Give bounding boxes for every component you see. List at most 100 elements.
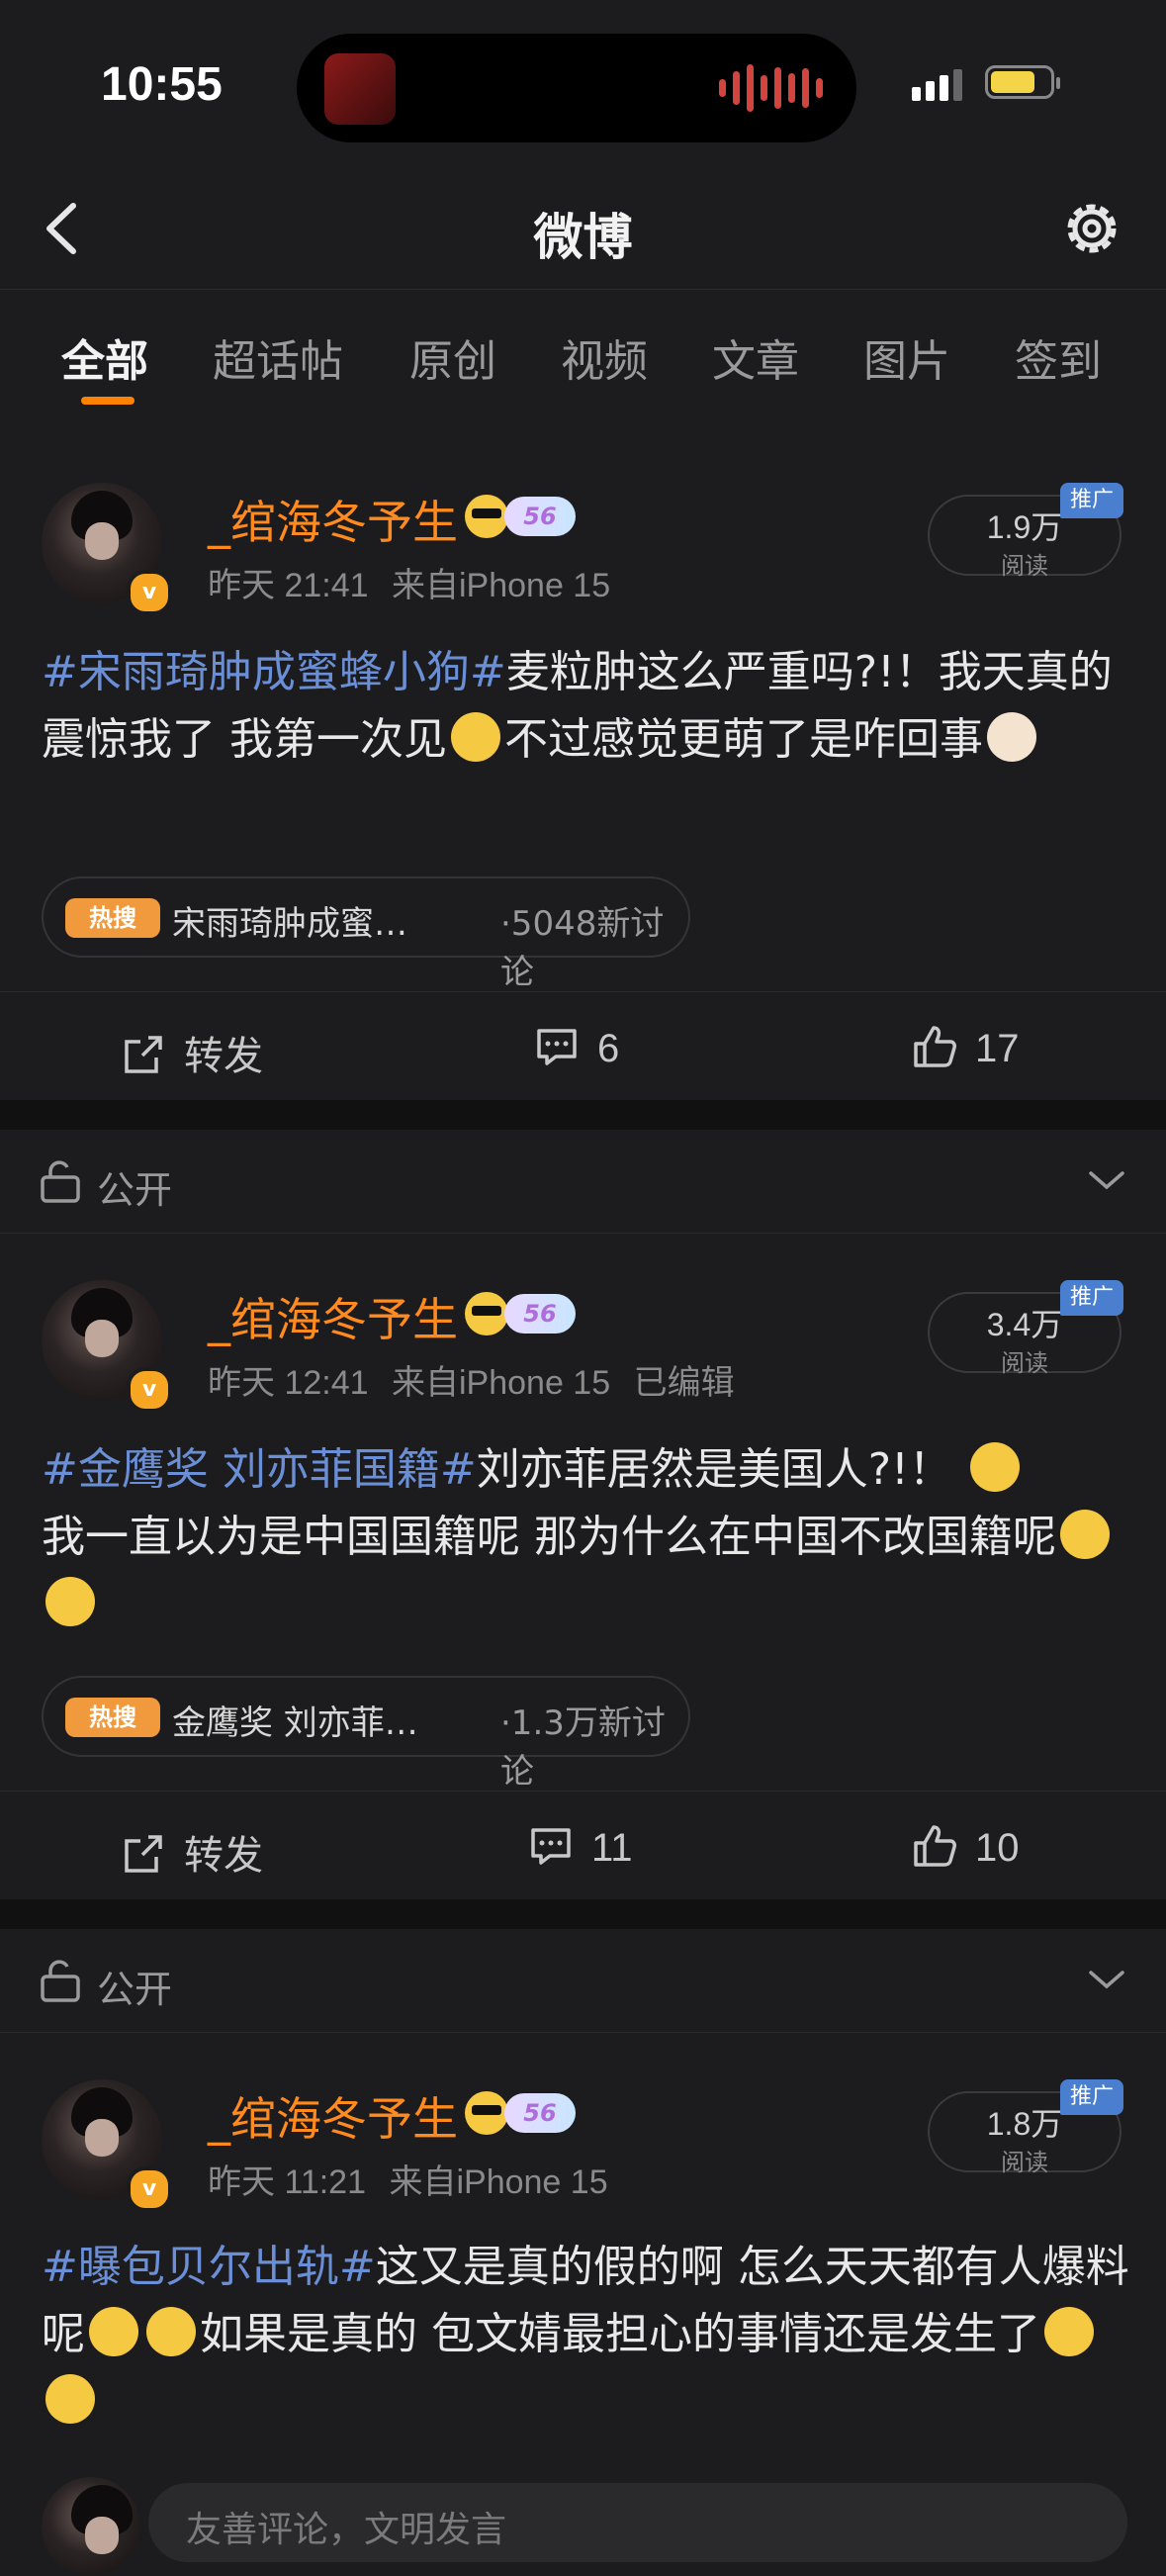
topic-link[interactable]: #金鹰奖 刘亦菲国籍# xyxy=(42,1444,477,1495)
post-content[interactable]: #曝包贝尔出轨#这又是真的假的啊 怎么天天都有人爆料呢 如果是真的 包文婧最担心的… xyxy=(42,2234,1129,2436)
post-content[interactable]: #宋雨琦肿成蜜蜂小狗#麦粒肿这么严重吗?!！我天真的震惊我了 我第一次见 不过感觉… xyxy=(42,639,1129,774)
repost-icon xyxy=(125,1835,162,1873)
comment-count: 6 xyxy=(597,1027,620,1070)
post-time: 昨天 21:41 xyxy=(208,567,369,604)
edited-label: 已编辑 xyxy=(633,1364,735,1402)
tab-original[interactable]: 原创 xyxy=(409,325,496,389)
like-count: 10 xyxy=(975,1826,1020,1870)
privacy-row[interactable]: 公开 xyxy=(0,1929,1166,2033)
topic-link[interactable]: #宋雨琦肿成蜜蜂小狗# xyxy=(42,647,506,697)
username[interactable]: _绾海冬予生 xyxy=(208,2083,458,2149)
post-text: 我一直以为是中国国籍呢 那为什么在中国不改国籍呢 xyxy=(42,1512,1056,1562)
comment-input[interactable]: 友善评论，文明发言 xyxy=(148,2483,1127,2562)
battery-icon xyxy=(985,65,1060,99)
repost-button[interactable]: 转发 xyxy=(121,1823,263,1881)
reads-label: 阅读 xyxy=(1001,1349,1048,1377)
verified-badge-icon: v xyxy=(127,1367,172,1413)
username[interactable]: _绾海冬予生 xyxy=(208,487,458,552)
avatar[interactable] xyxy=(42,2477,140,2576)
gear-icon[interactable] xyxy=(1057,194,1126,263)
verified-badge-icon: v xyxy=(127,570,172,615)
unlock-icon xyxy=(41,1160,80,1203)
post-text: 刘亦菲居然是美国人?!！ xyxy=(476,1444,952,1495)
feed-divider xyxy=(0,1100,1166,1130)
nav-bar: 微博 xyxy=(0,168,1166,289)
chevron-down-icon[interactable] xyxy=(1087,1165,1126,1195)
level-badge: 56 xyxy=(504,497,576,536)
sunglasses-emoji-icon xyxy=(465,2091,508,2135)
post-time: 昨天 11:21 xyxy=(208,2163,367,2201)
feed-divider xyxy=(0,1899,1166,1929)
tab-article[interactable]: 文章 xyxy=(712,325,799,389)
hot-search-icon: 热搜 xyxy=(65,898,160,938)
tab-all[interactable]: 全部 xyxy=(61,325,148,389)
repost-button[interactable]: 转发 xyxy=(121,1024,263,1081)
comment-button[interactable]: 11 xyxy=(528,1823,633,1871)
cat-emoji-icon xyxy=(987,712,1036,762)
laughing-tears-emoji-icon xyxy=(45,2374,95,2424)
repost-icon xyxy=(125,1036,162,1073)
laughing-tears-emoji-icon xyxy=(451,712,500,762)
tab-video[interactable]: 视频 xyxy=(561,325,648,389)
post-meta: 昨天 12:41 来自iPhone 15 已编辑 xyxy=(208,1355,735,1404)
surprised-emoji-icon xyxy=(45,1577,95,1626)
hot-search-count: ·1.3万新讨论 xyxy=(500,1703,666,1792)
sunglasses-emoji-icon xyxy=(465,1292,508,1335)
promo-tag[interactable]: 推广 xyxy=(1060,2079,1123,2115)
tab-super-topic[interactable]: 超话帖 xyxy=(213,325,343,389)
privacy-label: 公开 xyxy=(97,1168,173,1212)
privacy-row[interactable]: 公开 xyxy=(0,1130,1166,1234)
post-actions: 转发 11 10 xyxy=(0,1791,1166,1910)
promo-tag[interactable]: 推广 xyxy=(1060,1280,1123,1316)
hot-search-title: 金鹰奖 刘亦菲… xyxy=(172,1703,418,1743)
verified-badge-icon: v xyxy=(127,2166,172,2212)
comment-button[interactable]: 6 xyxy=(534,1024,619,1071)
like-button[interactable]: 10 xyxy=(912,1823,1020,1871)
thumbs-up-icon xyxy=(914,1825,956,1867)
hot-search-icon: 热搜 xyxy=(65,1698,160,1737)
laughing-tears-emoji-icon xyxy=(1044,2307,1094,2356)
tab-checkin[interactable]: 签到 xyxy=(1015,325,1102,389)
like-button[interactable]: 17 xyxy=(912,1024,1020,1071)
hot-search-title: 宋雨琦肿成蜜… xyxy=(172,904,407,944)
live-app-icon xyxy=(324,53,396,125)
post-meta: 昨天 11:21 来自iPhone 15 xyxy=(208,2155,608,2203)
post-time: 昨天 12:41 xyxy=(208,1364,369,1402)
chevron-down-icon[interactable] xyxy=(1087,1965,1126,1994)
thumbs-up-icon xyxy=(914,1026,956,1067)
username[interactable]: _绾海冬予生 xyxy=(208,1284,458,1349)
unlock-icon xyxy=(41,1960,80,2002)
topic-link[interactable]: #曝包贝尔出轨# xyxy=(42,2242,376,2292)
privacy-label: 公开 xyxy=(97,1968,173,2011)
post-content[interactable]: #金鹰奖 刘亦菲国籍#刘亦菲居然是美国人?!！ 我一直以为是中国国籍呢 那为什么… xyxy=(42,1436,1129,1638)
promo-tag[interactable]: 推广 xyxy=(1060,483,1123,518)
audio-wave-icon xyxy=(719,63,823,113)
like-count: 17 xyxy=(975,1027,1020,1070)
surprised-emoji-icon xyxy=(969,1442,1020,1492)
level-badge: 56 xyxy=(504,2093,576,2133)
dynamic-island[interactable] xyxy=(297,34,856,142)
page-title: 微博 xyxy=(533,209,633,266)
post-text: 如果是真的 包文婧最担心的事情还是发生了 xyxy=(200,2309,1040,2359)
post-card[interactable]: v _绾海冬予生 56 昨天 21:41 来自iPhone 15 1.9万 阅读… xyxy=(0,427,1166,1100)
hot-search-pill[interactable]: 热搜 金鹰奖 刘亦菲… ·1.3万新讨论 xyxy=(42,1676,690,1792)
post-source: 来自iPhone 15 xyxy=(389,2163,608,2201)
signal-icon xyxy=(912,69,962,101)
sunglasses-emoji-icon xyxy=(465,495,508,538)
reads-label: 阅读 xyxy=(1001,552,1048,580)
filter-tabs: 全部 超话帖 原创 视频 文章 图片 签到 xyxy=(0,289,1166,428)
post-card[interactable]: 公开 v _绾海冬予生 56 昨天 11:21 来自iPhone 15 1.8万… xyxy=(0,1929,1166,2529)
reads-label: 阅读 xyxy=(1001,2149,1048,2176)
active-tab-indicator xyxy=(81,397,135,405)
post-text: 不过感觉更萌了是咋回事 xyxy=(504,714,983,765)
post-card[interactable]: 公开 v _绾海冬予生 56 昨天 12:41 来自iPhone 15 已编辑 … xyxy=(0,1130,1166,1899)
status-bar: 10:55 xyxy=(0,0,1166,168)
hot-search-pill[interactable]: 热搜 宋雨琦肿成蜜… ·5048新讨论 xyxy=(42,876,690,992)
comment-icon xyxy=(537,1029,577,1065)
surprised-emoji-icon xyxy=(89,2307,138,2356)
status-time: 10:55 xyxy=(101,58,223,111)
tab-image[interactable]: 图片 xyxy=(863,325,950,389)
surprised-emoji-icon xyxy=(1059,1510,1110,1559)
hot-search-count: ·5048新讨论 xyxy=(500,904,665,992)
post-meta: 昨天 21:41 来自iPhone 15 xyxy=(208,558,610,606)
